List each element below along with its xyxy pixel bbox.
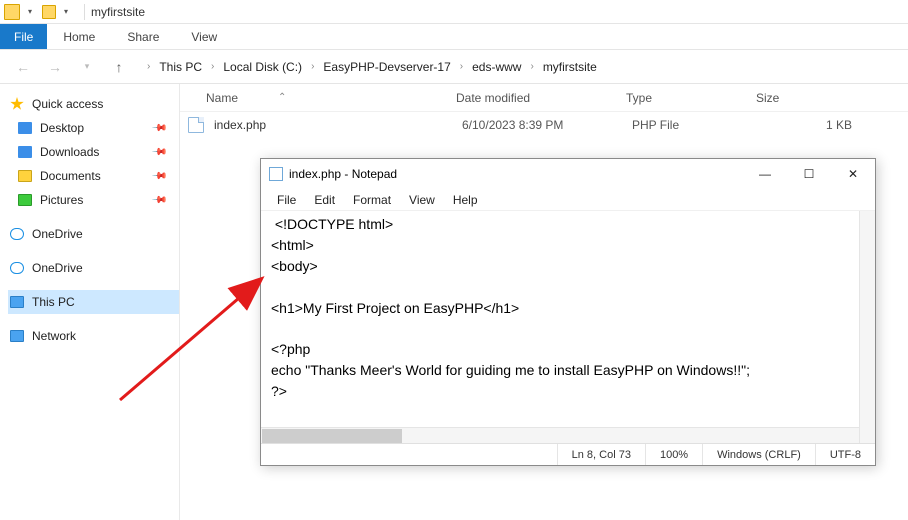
chevron-right-icon: › [527, 61, 536, 72]
scrollbar-horizontal[interactable] [261, 427, 859, 443]
close-button[interactable]: ✕ [831, 159, 875, 189]
breadcrumb-item[interactable]: EasyPHP-Devserver-17 [321, 58, 452, 76]
star-icon [10, 97, 24, 111]
minimize-button[interactable]: ― [743, 159, 787, 189]
pin-icon: 📌 [150, 120, 167, 137]
file-icon [188, 117, 204, 133]
chevron-right-icon: › [457, 61, 466, 72]
qat-dropdown[interactable]: ▾ [60, 2, 72, 22]
sidebar-label: Desktop [40, 121, 84, 135]
column-header-type[interactable]: Type [626, 91, 756, 105]
scrollbar-vertical[interactable] [859, 211, 875, 443]
sidebar-label: OneDrive [32, 261, 83, 275]
tab-view[interactable]: View [175, 24, 233, 49]
window-title: myfirstsite [91, 5, 145, 19]
menu-view[interactable]: View [401, 191, 443, 209]
network-icon [10, 330, 24, 342]
pin-icon: 📌 [150, 192, 167, 209]
sidebar-item-thispc[interactable]: This PC [8, 290, 179, 314]
status-eol: Windows (CRLF) [702, 444, 815, 465]
chevron-right-icon: › [144, 61, 153, 72]
notepad-statusbar: Ln 8, Col 73 100% Windows (CRLF) UTF-8 [261, 443, 875, 465]
documents-icon [18, 170, 32, 182]
notepad-titlebar[interactable]: index.php - Notepad ― ☐ ✕ [261, 159, 875, 189]
menu-format[interactable]: Format [345, 191, 399, 209]
desktop-icon [18, 122, 32, 134]
sidebar-label: This PC [32, 295, 75, 309]
column-header-name[interactable]: Name⌃ [206, 91, 456, 105]
thispc-icon [10, 296, 24, 308]
notepad-window: index.php - Notepad ― ☐ ✕ File Edit Form… [260, 158, 876, 466]
chevron-right-icon: › [308, 61, 317, 72]
sidebar-label: OneDrive [32, 227, 83, 241]
breadcrumb-item[interactable]: eds-www [470, 58, 523, 76]
breadcrumb-item[interactable]: This PC [157, 58, 204, 76]
chevron-right-icon: › [208, 61, 217, 72]
notepad-icon [269, 167, 283, 181]
file-name: index.php [214, 118, 462, 132]
sidebar-quick-access[interactable]: Quick access [8, 92, 179, 116]
onedrive-icon [10, 228, 24, 240]
menu-file[interactable]: File [269, 191, 304, 209]
sidebar-item-network[interactable]: Network [8, 324, 179, 348]
status-encoding: UTF-8 [815, 444, 875, 465]
file-date: 6/10/2023 8:39 PM [462, 118, 632, 132]
pictures-icon [18, 194, 32, 206]
status-position: Ln 8, Col 73 [557, 444, 645, 465]
navigation-pane: Quick access Desktop 📌 Downloads 📌 Documen… [0, 84, 180, 520]
column-header-size[interactable]: Size [756, 91, 846, 105]
file-size: 1 KB [762, 118, 852, 132]
sidebar-item-documents[interactable]: Documents 📌 [8, 164, 179, 188]
tab-home[interactable]: Home [47, 24, 111, 49]
notepad-content: <!DOCTYPE html> <html> <body> <h1>My Fir… [271, 216, 750, 443]
file-tab[interactable]: File [0, 24, 47, 49]
recent-dropdown[interactable]: ▾ [76, 56, 98, 78]
sidebar-label: Network [32, 329, 76, 343]
sidebar-item-downloads[interactable]: Downloads 📌 [8, 140, 179, 164]
maximize-button[interactable]: ☐ [787, 159, 831, 189]
back-button[interactable]: ← [12, 56, 34, 78]
downloads-icon [18, 146, 32, 158]
separator [84, 4, 85, 20]
tab-share[interactable]: Share [111, 24, 175, 49]
notepad-title: index.php - Notepad [289, 167, 397, 181]
address-bar[interactable]: › This PC › Local Disk (C:) › EasyPHP-De… [140, 58, 599, 76]
sidebar-item-onedrive[interactable]: OneDrive [8, 222, 179, 246]
sidebar-item-pictures[interactable]: Pictures 📌 [8, 188, 179, 212]
breadcrumb-item[interactable]: myfirstsite [541, 58, 599, 76]
sidebar-label: Quick access [32, 97, 103, 111]
sidebar-label: Pictures [40, 193, 83, 207]
column-header-date[interactable]: Date modified [456, 91, 626, 105]
notepad-menubar: File Edit Format View Help [261, 189, 875, 211]
sidebar-item-desktop[interactable]: Desktop 📌 [8, 116, 179, 140]
folder-icon [42, 5, 56, 19]
folder-icon [4, 4, 20, 20]
menu-help[interactable]: Help [445, 191, 486, 209]
forward-button[interactable]: → [44, 56, 66, 78]
sidebar-label: Downloads [40, 145, 99, 159]
status-zoom: 100% [645, 444, 702, 465]
scrollbar-thumb[interactable] [262, 429, 402, 443]
menu-edit[interactable]: Edit [306, 191, 343, 209]
up-button[interactable]: ↑ [108, 56, 130, 78]
pin-icon: 📌 [150, 144, 167, 161]
sidebar-label: Documents [40, 169, 101, 183]
onedrive-icon [10, 262, 24, 274]
column-headers: Name⌃ Date modified Type Size [180, 84, 908, 112]
breadcrumb-item[interactable]: Local Disk (C:) [221, 58, 304, 76]
qat-dropdown[interactable]: ▾ [24, 2, 36, 22]
file-row[interactable]: index.php 6/10/2023 8:39 PM PHP File 1 K… [180, 112, 908, 138]
notepad-textarea[interactable]: <!DOCTYPE html> <html> <body> <h1>My Fir… [261, 211, 875, 443]
file-type: PHP File [632, 118, 762, 132]
sort-indicator-icon: ⌃ [278, 92, 286, 103]
sidebar-item-onedrive[interactable]: OneDrive [8, 256, 179, 280]
pin-icon: 📌 [150, 168, 167, 185]
